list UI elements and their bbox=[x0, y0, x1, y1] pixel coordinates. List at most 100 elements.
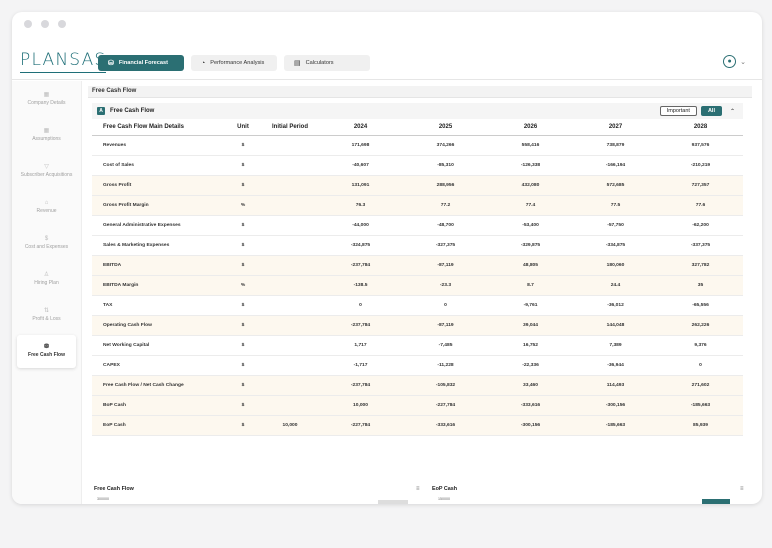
table-cell: -333,616 bbox=[488, 395, 573, 416]
sidebar: ▦ Company Details ▦ Assumptions ▽ Subscr… bbox=[12, 81, 82, 504]
sidebar-item-revenue[interactable]: ⌂ Revenue bbox=[17, 190, 76, 225]
table-row[interactable]: Free Cash Flow / Net Cash Change $ -237,78… bbox=[92, 375, 743, 396]
panel-header[interactable]: A Free Cash Flow Important All ⌃ bbox=[92, 103, 743, 119]
tab-performance-analysis[interactable]: ◔ Performance Analysis bbox=[191, 55, 277, 71]
sidebar-item-hiring-plan[interactable]: ♙ Hiring Plan bbox=[17, 262, 76, 297]
table-row[interactable]: Sales & Marketing Expenses $ -324,875 -327,… bbox=[92, 235, 743, 256]
table-cell: 572,685 bbox=[573, 175, 658, 196]
table-row[interactable]: EBITDA $ -237,784 -87,119 48,805 180,060 327,7… bbox=[92, 255, 743, 276]
important-filter-button[interactable]: Important bbox=[659, 106, 697, 116]
chart-menu-icon[interactable]: ≡ bbox=[416, 486, 420, 492]
sidebar-item-company-details[interactable]: ▦ Company Details bbox=[17, 82, 76, 117]
sidebar-item-free-cash-flow[interactable]: ⛃ Free Cash Flow bbox=[17, 335, 76, 368]
table-cell bbox=[262, 295, 318, 316]
table-row[interactable]: Net Working Capital $1,717 -7,485 16,752 7,3… bbox=[92, 335, 743, 356]
sidebar-item-label: Profit & Loss bbox=[32, 316, 61, 323]
free-cash-flow-panel: A Free Cash Flow Important All ⌃ Free Ca… bbox=[92, 103, 743, 436]
close-dot[interactable] bbox=[24, 20, 32, 28]
tab-calculators[interactable]: ▤ Calculators bbox=[284, 55, 370, 71]
table-cell: $ bbox=[224, 235, 262, 256]
table-row[interactable]: EoP Cash $10,000 -227,784 -333,616 -300,156-… bbox=[92, 415, 743, 436]
table-row[interactable]: Gross Profit Margin% 76.3 77.2 77.4 77.5 77.6 bbox=[92, 195, 743, 216]
table-cell: -337,375 bbox=[658, 235, 743, 256]
column-header[interactable]: 2025 bbox=[403, 119, 488, 136]
column-header[interactable]: 2026 bbox=[488, 119, 573, 136]
table-cell: 738,879 bbox=[573, 135, 658, 156]
table-row[interactable]: Gross Profit $131,091 288,956 432,080 572,68… bbox=[92, 175, 743, 196]
table-cell bbox=[262, 335, 318, 356]
table-cell: 271,602 bbox=[658, 375, 743, 396]
account-menu[interactable]: ● ⌄ bbox=[723, 55, 746, 68]
top-navigation: PLANSAS ⛁ Financial Forecast ◔ Performan… bbox=[12, 44, 762, 80]
table-cell: -7,485 bbox=[403, 335, 488, 356]
column-header[interactable]: Initial Period bbox=[262, 119, 318, 136]
sidebar-item-profit-and-loss[interactable]: ⇅ Profit & Loss bbox=[17, 298, 76, 333]
column-header[interactable]: 2024 bbox=[318, 119, 403, 136]
table-cell: 144,048 bbox=[573, 315, 658, 336]
sidebar-item-subscriber-acquisitions[interactable]: ▽ Subscriber Acquisitions bbox=[17, 154, 76, 189]
table-cell: $ bbox=[224, 175, 262, 196]
row-label: Sales & Marketing Expenses bbox=[92, 235, 224, 256]
table-cell: -300,156 bbox=[488, 415, 573, 436]
table-cell: $ bbox=[224, 395, 262, 416]
column-header[interactable]: 2028 bbox=[658, 119, 743, 136]
table-cell: 9,376 bbox=[658, 335, 743, 356]
table-cell: -105,832 bbox=[403, 375, 488, 396]
minimize-dot[interactable] bbox=[41, 20, 49, 28]
table-cell: 77.5 bbox=[573, 195, 658, 216]
table-cell: 10,000 bbox=[262, 415, 318, 436]
table-row[interactable]: CAPEX $ -1,717 -11,228 -22,336 -36,944 0 bbox=[92, 355, 743, 376]
table-cell: -40,607 bbox=[318, 155, 403, 176]
sidebar-item-cost-and-expenses[interactable]: $ Cost and Expenses bbox=[17, 226, 76, 261]
row-label: EBITDA Margin bbox=[92, 275, 224, 296]
tab-label: Calculators bbox=[305, 60, 334, 66]
profit-and-loss-icon: ⇅ bbox=[43, 308, 50, 315]
table-cell: 7,389 bbox=[573, 335, 658, 356]
chart-menu-icon[interactable]: ≡ bbox=[740, 486, 744, 492]
table-row[interactable]: General Administrative Expenses $ -44,000-… bbox=[92, 215, 743, 236]
table-cell: 77.4 bbox=[488, 195, 573, 216]
table-cell: -85,310 bbox=[403, 155, 488, 176]
table-cell: -237,784 bbox=[318, 375, 403, 396]
all-filter-button[interactable]: All bbox=[700, 106, 722, 116]
table-cell: 16,752 bbox=[488, 335, 573, 356]
user-avatar-icon: ● bbox=[723, 55, 737, 68]
sidebar-item-label: Subscriber Acquisitions bbox=[20, 172, 73, 179]
table-row[interactable]: Revenues $171,698 374,266 558,416 738,879 937… bbox=[92, 135, 743, 156]
table-cell: 374,266 bbox=[403, 135, 488, 156]
table-cell: $ bbox=[224, 255, 262, 276]
table-row[interactable]: EBITDA Margin% -138.5 -23.3 8.7 24.4 35 bbox=[92, 275, 743, 296]
row-label: Operating Cash Flow bbox=[92, 315, 224, 336]
table-row[interactable]: BoP Cash $10,000 -227,784 -333,616 -300,156-… bbox=[92, 395, 743, 416]
sidebar-item-assumptions[interactable]: ▦ Assumptions bbox=[17, 118, 76, 153]
table-cell: -126,338 bbox=[488, 155, 573, 176]
column-header[interactable]: Unit bbox=[224, 119, 262, 136]
maximize-dot[interactable] bbox=[58, 20, 66, 28]
company-details-icon: ▦ bbox=[43, 92, 50, 99]
subscriber-acquisitions-icon: ▽ bbox=[44, 164, 49, 171]
table-row[interactable]: TAX $0 0 -9,761 -36,012 -65,556 bbox=[92, 295, 743, 316]
app-logo[interactable]: PLANSAS bbox=[20, 50, 107, 73]
free-cash-flow-table: Free Cash Flow Main Details Unit Initial… bbox=[92, 119, 743, 436]
table-cell: -185,663 bbox=[658, 395, 743, 416]
calculator-icon: ▤ bbox=[294, 60, 301, 67]
table-row[interactable]: Cost of Sales $ -40,607 -85,310 -126,338 -166… bbox=[92, 155, 743, 176]
table-cell: -22,336 bbox=[488, 355, 573, 376]
app-window: PLANSAS ⛁ Financial Forecast ◔ Performan… bbox=[12, 12, 762, 504]
tab-financial-forecast[interactable]: ⛁ Financial Forecast bbox=[98, 55, 184, 71]
table-cell bbox=[262, 155, 318, 176]
column-header[interactable]: Free Cash Flow Main Details bbox=[92, 119, 224, 136]
column-header[interactable]: 2027 bbox=[573, 119, 658, 136]
table-cell: 0 bbox=[403, 295, 488, 316]
table-cell: 1,717 bbox=[318, 335, 403, 356]
table-cell: -324,875 bbox=[318, 235, 403, 256]
table-row[interactable]: Operating Cash Flow $ -237,784 -87,119 39,04… bbox=[92, 315, 743, 336]
table-cell: 131,091 bbox=[318, 175, 403, 196]
table-cell: 8.7 bbox=[488, 275, 573, 296]
table-cell bbox=[262, 215, 318, 236]
table-cell bbox=[262, 175, 318, 196]
chevron-up-icon[interactable]: ⌃ bbox=[730, 108, 735, 115]
table-cell: -333,616 bbox=[403, 415, 488, 436]
table-cell: -44,000 bbox=[318, 215, 403, 236]
table-cell: -9,761 bbox=[488, 295, 573, 316]
